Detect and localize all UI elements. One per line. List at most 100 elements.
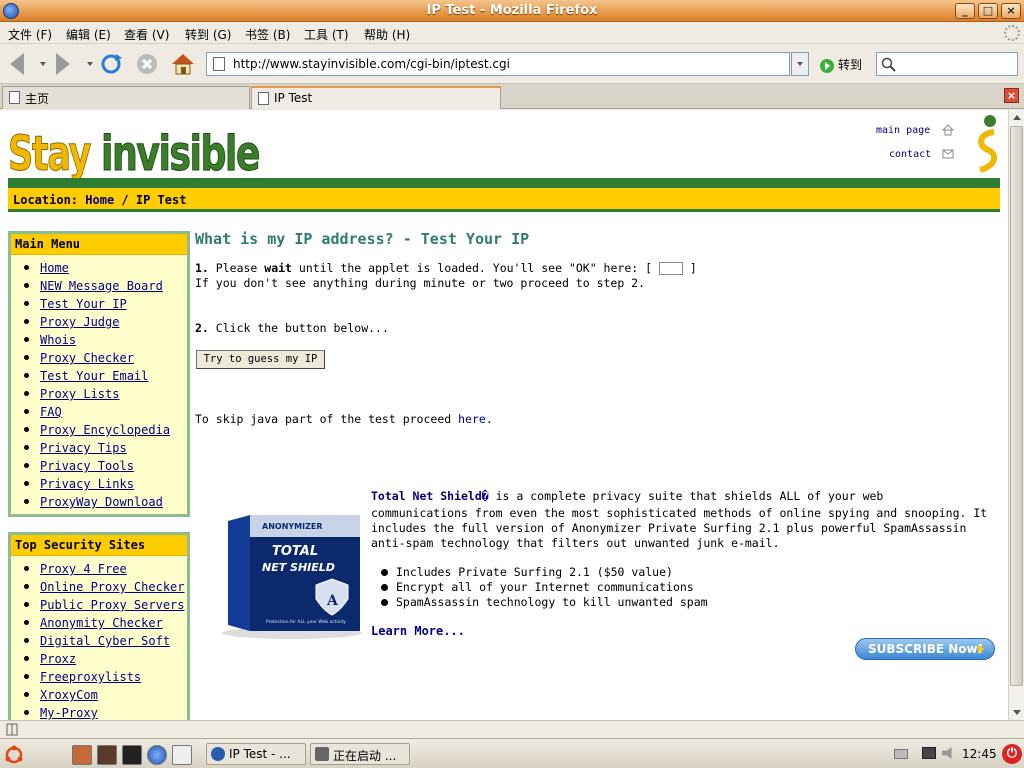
stop-button[interactable] [134, 52, 160, 76]
subscribe-button[interactable]: SUBSCRIBE Now! [855, 638, 995, 660]
main-menu-item[interactable]: Test Your Email [21, 369, 187, 387]
close-button[interactable]: × [1001, 3, 1021, 19]
security-sites-link[interactable]: Freeproxylists [40, 670, 141, 684]
home-button[interactable] [170, 52, 196, 76]
menu-go[interactable]: 转到 (G) [185, 26, 231, 43]
contact-link[interactable]: contact [889, 149, 931, 160]
main-menu-item[interactable]: Home [21, 261, 187, 279]
security-sites-item[interactable]: Public Proxy Servers [21, 598, 187, 616]
security-sites-link[interactable]: Proxz [40, 652, 76, 666]
guess-ip-button[interactable]: Try to guess my IP [196, 350, 325, 369]
printer-icon[interactable] [894, 749, 908, 759]
scroll-thumb[interactable] [1010, 126, 1023, 686]
security-sites-link[interactable]: Anonymity Checker [40, 616, 163, 630]
maximize-button[interactable]: □ [978, 3, 998, 19]
main-menu-item[interactable]: Whois [21, 333, 187, 351]
security-sites-link[interactable]: My-Proxy [40, 706, 98, 720]
main-menu-item[interactable]: ProxyWay Download [21, 495, 187, 513]
menu-edit[interactable]: 编辑 (E) [66, 26, 111, 43]
main-menu-link[interactable]: Test Your IP [40, 297, 127, 311]
main-menu-link[interactable]: Privacy Tools [40, 459, 134, 473]
security-sites-item[interactable]: Digital Cyber Soft [21, 634, 187, 652]
launcher-mail-icon[interactable] [172, 745, 192, 765]
svg-text:invisible: invisible [101, 126, 259, 178]
menu-file[interactable]: 文件 (F) [8, 26, 52, 43]
main-menu-item[interactable]: Proxy Judge [21, 315, 187, 333]
security-sites-item[interactable]: Proxz [21, 652, 187, 670]
network-icon[interactable] [922, 747, 936, 759]
menu-help[interactable]: 帮助 (H) [364, 26, 410, 43]
main-menu-link[interactable]: Proxy Judge [40, 315, 119, 329]
main-menu-item[interactable]: Privacy Tips [21, 441, 187, 459]
contact-label[interactable]: contact [889, 149, 931, 160]
main-menu-link[interactable]: ProxyWay Download [40, 495, 163, 509]
taskbar: IP Test - ... 正在启动 ... 12:45 ⏻ [0, 738, 1024, 768]
taskbar-item-ip-test[interactable]: IP Test - ... [206, 743, 306, 765]
main-menu-item[interactable]: Test Your IP [21, 297, 187, 315]
main-menu-item[interactable]: Privacy Tools [21, 459, 187, 477]
clock[interactable]: 12:45 [962, 747, 997, 761]
security-sites-item[interactable]: Online Proxy Checker [21, 580, 187, 598]
security-sites-item[interactable]: My-Proxy [21, 706, 187, 720]
vertical-scrollbar[interactable] [1008, 110, 1024, 720]
tab-home[interactable]: 主页 [2, 86, 250, 109]
forward-button[interactable] [50, 52, 76, 76]
main-menu-item[interactable]: NEW Message Board [21, 279, 187, 297]
main-menu-link[interactable]: Test Your Email [40, 369, 148, 383]
launcher-file-manager-icon[interactable] [72, 745, 92, 765]
main-menu-link[interactable]: Whois [40, 333, 76, 347]
main-menu-item[interactable]: Proxy Checker [21, 351, 187, 369]
forward-history-dropdown[interactable] [87, 62, 93, 66]
promo-product-name[interactable]: Total Net Shield� [371, 489, 489, 503]
search-input[interactable] [876, 52, 1018, 76]
back-history-dropdown[interactable] [40, 62, 46, 66]
menu-view[interactable]: 查看 (V) [124, 26, 169, 43]
minimize-button[interactable]: _ [955, 3, 975, 19]
main-menu-link[interactable]: Proxy Encyclopedia [40, 423, 170, 437]
scroll-down-arrow-icon[interactable] [1013, 710, 1021, 715]
main-menu-item[interactable]: Proxy Lists [21, 387, 187, 405]
main-page-label[interactable]: main page [876, 125, 930, 136]
security-sites-item[interactable]: Freeproxylists [21, 670, 187, 688]
taskbar-item-launching[interactable]: 正在启动 ... [310, 743, 410, 765]
security-sites-link[interactable]: Public Proxy Servers [40, 598, 185, 612]
main-menu-link[interactable]: Privacy Tips [40, 441, 127, 455]
launcher-browser-icon[interactable] [147, 745, 167, 765]
go-button[interactable]: 转到 [820, 56, 862, 73]
tab-bar: 主页 IP Test [0, 84, 1024, 109]
main-menu-item[interactable]: Proxy Encyclopedia [21, 423, 187, 441]
back-button[interactable] [4, 52, 30, 76]
reload-button[interactable] [98, 52, 124, 76]
main-menu-link[interactable]: FAQ [40, 405, 62, 419]
security-sites-link[interactable]: Online Proxy Checker [40, 580, 185, 594]
security-sites-item[interactable]: Anonymity Checker [21, 616, 187, 634]
url-input[interactable]: http://www.stayinvisible.com/cgi-bin/ipt… [206, 52, 790, 76]
main-menu-link[interactable]: Home [40, 261, 69, 275]
main-page-link[interactable]: main page [876, 125, 930, 136]
menu-tools[interactable]: 工具 (T) [304, 26, 349, 43]
power-icon[interactable]: ⏻ [1002, 744, 1022, 764]
main-menu-link[interactable]: NEW Message Board [40, 279, 163, 293]
launcher-computer-icon[interactable] [97, 745, 117, 765]
ubuntu-menu-icon[interactable] [4, 745, 24, 765]
security-sites-link[interactable]: XroxyCom [40, 688, 98, 702]
tab-ip-test[interactable]: IP Test [251, 86, 501, 109]
skip-here-link[interactable]: here [458, 412, 486, 426]
security-sites-item[interactable]: Proxy 4 Free [21, 562, 187, 580]
close-tab-button[interactable]: × [1004, 88, 1019, 103]
main-menu-link[interactable]: Proxy Checker [40, 351, 134, 365]
url-history-dropdown[interactable] [791, 52, 809, 76]
breadcrumb-home-link[interactable]: Home [85, 193, 114, 207]
main-menu-link[interactable]: Proxy Lists [40, 387, 119, 401]
volume-icon[interactable] [942, 747, 952, 759]
scroll-up-arrow-icon[interactable] [1013, 115, 1021, 120]
security-sites-link[interactable]: Digital Cyber Soft [40, 634, 170, 648]
learn-more-link[interactable]: Learn More... [371, 624, 465, 638]
menu-bookmarks[interactable]: 书签 (B) [245, 26, 290, 43]
main-menu-link[interactable]: Privacy Links [40, 477, 134, 491]
launcher-terminal-icon[interactable] [122, 745, 142, 765]
main-menu-item[interactable]: Privacy Links [21, 477, 187, 495]
main-menu-item[interactable]: FAQ [21, 405, 187, 423]
security-sites-link[interactable]: Proxy 4 Free [40, 562, 127, 576]
security-sites-item[interactable]: XroxyCom [21, 688, 187, 706]
